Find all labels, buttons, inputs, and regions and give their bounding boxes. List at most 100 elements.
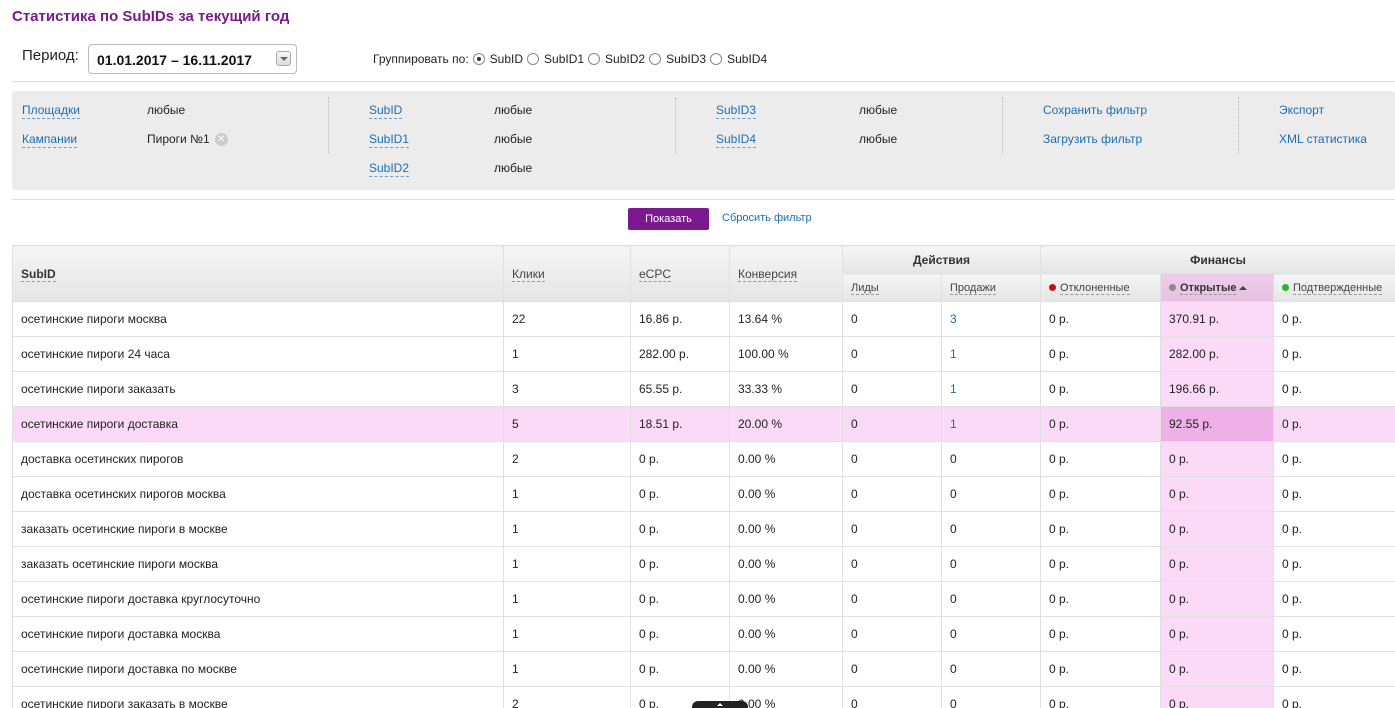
cell-sales[interactable]: 1 bbox=[941, 406, 1041, 442]
radio-button[interactable] bbox=[472, 53, 485, 65]
group-by-option-subid4[interactable]: SubID4 bbox=[710, 52, 767, 66]
filter-platforms-link[interactable]: Площадки bbox=[22, 103, 80, 119]
option-label: SubID4 bbox=[727, 52, 768, 66]
cell-conversion: 0.00 % bbox=[729, 616, 843, 652]
cell-value: 0 р. bbox=[639, 592, 660, 606]
scroll-up-tab[interactable] bbox=[692, 701, 748, 708]
cell-value: 0 bbox=[950, 522, 957, 536]
chevron-down-icon[interactable] bbox=[276, 51, 291, 66]
filter-campaigns-link[interactable]: Кампании bbox=[22, 132, 78, 148]
table-row[interactable]: заказать осетинские пироги москва 1 0 р. 0.… bbox=[12, 546, 1395, 582]
cell-value: 2 bbox=[512, 452, 519, 466]
divider bbox=[1238, 97, 1239, 153]
cell-value: 0 р. bbox=[1049, 662, 1070, 676]
save-filter-link[interactable]: Сохранить фильтр bbox=[1043, 103, 1147, 117]
close-icon[interactable]: ✕ bbox=[214, 133, 228, 147]
cell-value: 0 bbox=[851, 382, 858, 396]
cell-sales[interactable]: 3 bbox=[941, 301, 1041, 337]
sales-link[interactable]: 3 bbox=[950, 312, 957, 326]
group-by-option-subid2[interactable]: SubID2 bbox=[588, 52, 645, 66]
cell-clicks: 1 bbox=[503, 581, 631, 617]
export-link[interactable]: Экспорт bbox=[1279, 103, 1324, 117]
cell-confirmed: 0 р. bbox=[1272, 371, 1395, 407]
cell-value: 0 р. bbox=[1282, 592, 1303, 606]
load-filter-link[interactable]: Загрузить фильтр bbox=[1043, 132, 1142, 146]
column-header-clicks[interactable]: Клики bbox=[503, 245, 631, 302]
cell-leads: 0 bbox=[842, 581, 942, 617]
table-row[interactable]: осетинские пироги москва 22 16.86 р. 13.64 … bbox=[12, 301, 1395, 337]
header-label: Конверсия bbox=[738, 266, 798, 282]
cell-ecpc: 282.00 р. bbox=[630, 336, 730, 372]
cell-subid: осетинские пироги заказать в москве bbox=[12, 686, 504, 708]
table-row[interactable]: заказать осетинские пироги в москве 1 0 р.… bbox=[12, 511, 1395, 547]
column-header-declined[interactable]: Отклоненные bbox=[1040, 273, 1161, 302]
cell-ecpc: 0 р. bbox=[630, 476, 730, 512]
reset-filter-link[interactable]: Сбросить фильтр bbox=[722, 212, 812, 224]
filter-subid-link[interactable]: SubID bbox=[369, 103, 403, 119]
column-header-open[interactable]: Открытые bbox=[1160, 273, 1274, 302]
group-by-option-subid1[interactable]: SubID1 bbox=[527, 52, 584, 66]
cell-sales[interactable]: 1 bbox=[941, 371, 1041, 407]
statistics-page: Статистика по SubIDs за текущий год Пери… bbox=[0, 0, 1395, 708]
table-row[interactable]: осетинские пироги доставка круглосуточно… bbox=[12, 581, 1395, 617]
sales-link[interactable]: 1 bbox=[950, 382, 957, 396]
cell-value: 33.33 % bbox=[738, 382, 783, 396]
radio-button[interactable] bbox=[588, 53, 601, 65]
table-row[interactable]: осетинские пироги доставка 5 18.51 р. 20.00… bbox=[12, 406, 1395, 442]
cell-subid: доставка осетинских пирогов bbox=[12, 441, 504, 477]
table-row[interactable]: осетинские пироги заказать 3 65.55 р. 33.33… bbox=[12, 371, 1395, 407]
cell-value: 0 bbox=[851, 452, 858, 466]
column-header-confirmed[interactable]: Подтвержденные bbox=[1272, 273, 1395, 302]
table-row[interactable]: осетинские пироги доставка по москве 1 0 р… bbox=[12, 651, 1395, 687]
cell-value: 0 bbox=[851, 557, 858, 571]
cell-sales: 0 bbox=[941, 476, 1041, 512]
column-header-subid[interactable]: SubID bbox=[12, 245, 504, 302]
group-by-option-subid3[interactable]: SubID3 bbox=[649, 52, 706, 66]
table-row[interactable]: доставка осетинских пирогов 2 0 р. 0.00 % 0 0… bbox=[12, 441, 1395, 477]
cell-value: 0 bbox=[851, 417, 858, 431]
cell-subid: осетинские пироги 24 часа bbox=[12, 336, 504, 372]
cell-value: 0 р. bbox=[1282, 312, 1303, 326]
radio-button[interactable] bbox=[527, 53, 540, 65]
filter-subid4-link[interactable]: SubID4 bbox=[716, 132, 757, 148]
column-header-conversion[interactable]: Конверсия bbox=[729, 245, 843, 302]
column-header-ecpc[interactable]: eCPC bbox=[630, 245, 730, 302]
cell-confirmed: 0 р. bbox=[1272, 651, 1395, 687]
sales-link[interactable]: 1 bbox=[950, 417, 957, 431]
filter-subid1-link[interactable]: SubID1 bbox=[369, 132, 410, 148]
table-row[interactable]: осетинские пироги доставка москва 1 0 р. 0.… bbox=[12, 616, 1395, 652]
cell-ecpc: 0 р. bbox=[630, 651, 730, 687]
table-body: осетинские пироги москва 22 16.86 р. 13.64 … bbox=[12, 301, 1395, 708]
xml-stats-link[interactable]: XML статистика bbox=[1279, 132, 1367, 146]
table-row[interactable]: осетинские пироги 24 часа 1 282.00 р. 100.0… bbox=[12, 336, 1395, 372]
filter-subid3-link[interactable]: SubID3 bbox=[716, 103, 757, 119]
cell-value: 0 р. bbox=[1282, 697, 1303, 708]
cell-declined: 0 р. bbox=[1040, 406, 1161, 442]
cell-subid: заказать осетинские пироги в москве bbox=[12, 511, 504, 547]
filter-subid2-link[interactable]: SubID2 bbox=[369, 161, 410, 177]
cell-value: 0 р. bbox=[1049, 312, 1070, 326]
cell-confirmed: 0 р. bbox=[1272, 546, 1395, 582]
column-header-sales[interactable]: Продажи bbox=[941, 273, 1041, 302]
cell-value: доставка осетинских пирогов bbox=[21, 452, 184, 466]
column-header-leads[interactable]: Лиды bbox=[842, 273, 942, 302]
cell-clicks: 2 bbox=[503, 441, 631, 477]
cell-subid: осетинские пироги доставка по москве bbox=[12, 651, 504, 687]
cell-sales: 0 bbox=[941, 686, 1041, 708]
filter-campaigns-value: Пироги №1 bbox=[147, 132, 210, 146]
filter-subid1-value: любые bbox=[494, 132, 533, 146]
radio-button[interactable] bbox=[710, 53, 723, 65]
cell-ecpc: 0 р. bbox=[630, 511, 730, 547]
period-picker[interactable]: 01.01.2017 – 16.11.2017 bbox=[88, 44, 297, 74]
cell-value: 0 р. bbox=[1049, 592, 1070, 606]
table-row[interactable]: доставка осетинских пирогов москва 1 0 р. 0… bbox=[12, 476, 1395, 512]
cell-value: осетинские пироги заказать bbox=[21, 382, 176, 396]
sales-link[interactable]: 1 bbox=[950, 347, 957, 361]
group-by-option-subid[interactable]: SubID bbox=[472, 52, 523, 66]
cell-value: осетинские пироги 24 часа bbox=[21, 347, 170, 361]
show-button[interactable]: Показать bbox=[628, 208, 709, 230]
radio-button[interactable] bbox=[649, 53, 662, 65]
cell-sales[interactable]: 1 bbox=[941, 336, 1041, 372]
cell-value: 0 р. bbox=[1049, 697, 1070, 708]
divider bbox=[1002, 97, 1003, 153]
